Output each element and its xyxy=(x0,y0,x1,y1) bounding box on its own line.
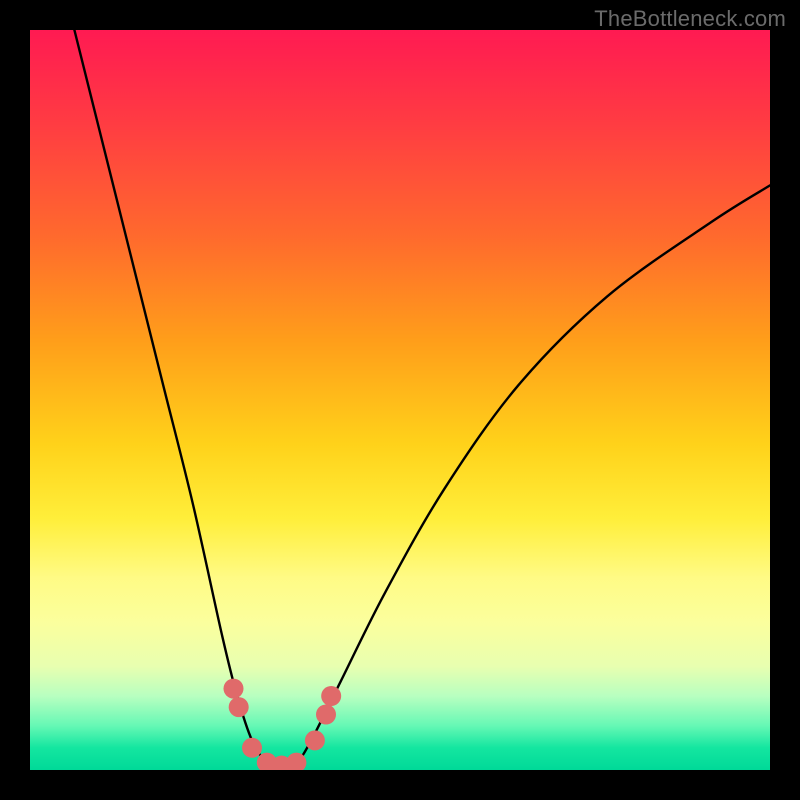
marker-dot xyxy=(229,697,249,717)
marker-group xyxy=(224,679,342,770)
watermark-text: TheBottleneck.com xyxy=(594,6,786,32)
marker-dot xyxy=(224,679,244,699)
bottleneck-curve xyxy=(74,30,770,766)
marker-dot xyxy=(321,686,341,706)
plot-area xyxy=(30,30,770,770)
chart-frame: TheBottleneck.com xyxy=(0,0,800,800)
marker-dot xyxy=(316,705,336,725)
marker-dot xyxy=(305,730,325,750)
chart-svg xyxy=(30,30,770,770)
marker-dot xyxy=(242,738,262,758)
